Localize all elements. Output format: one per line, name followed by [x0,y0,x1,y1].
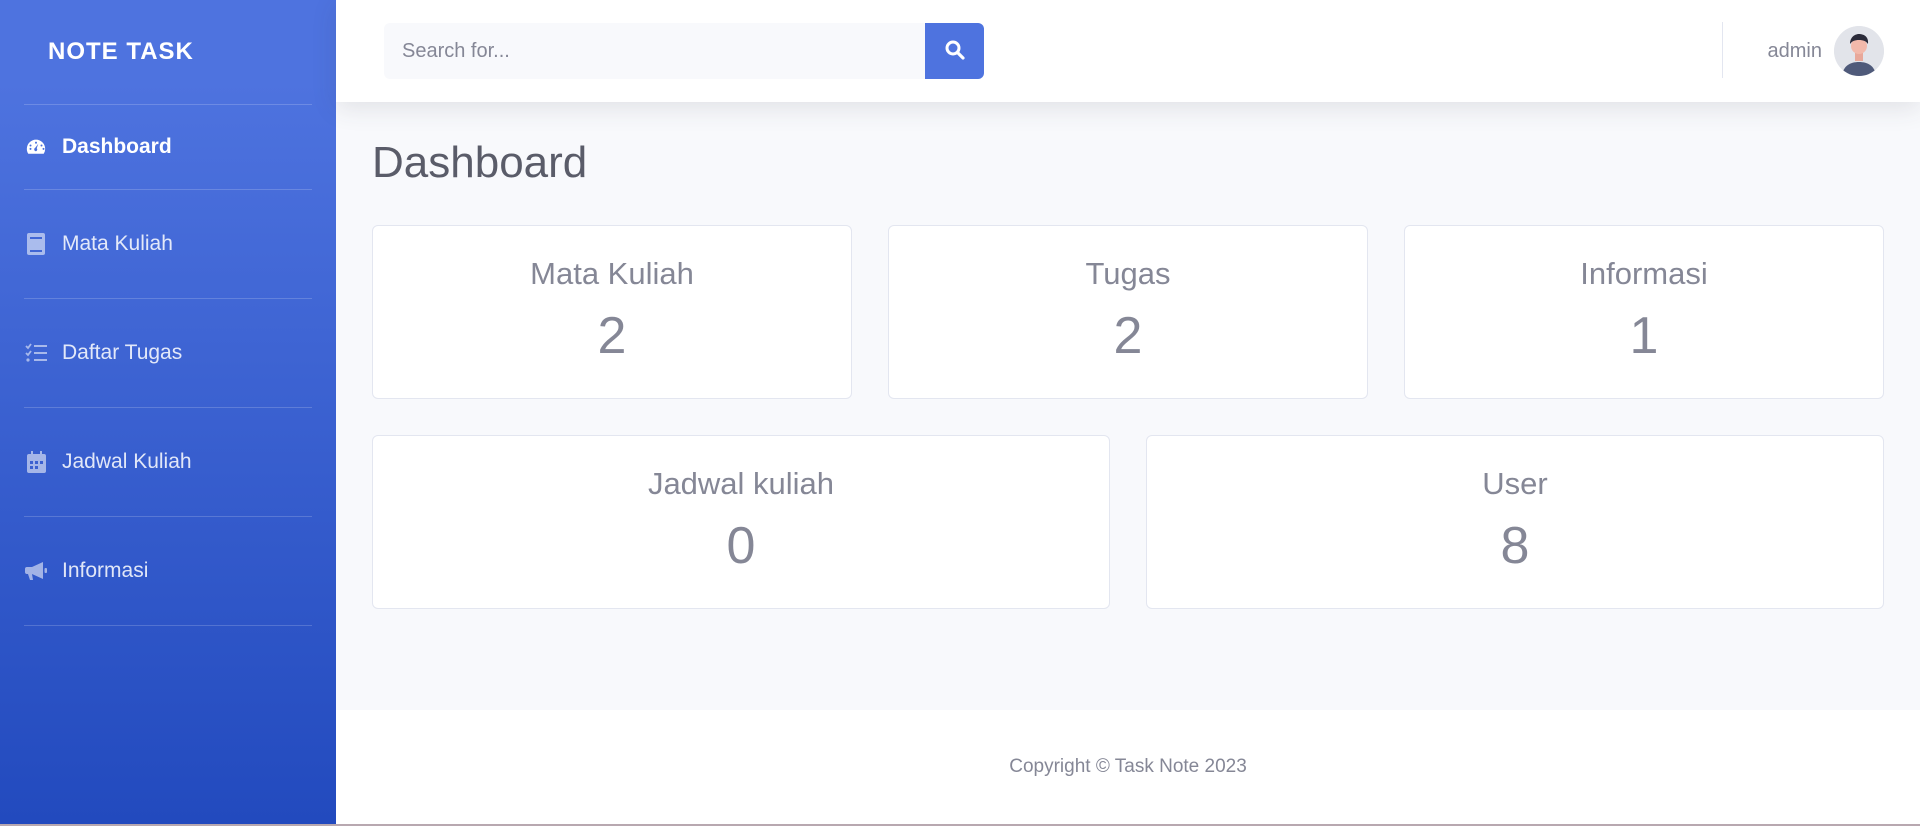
card-value: 2 [1113,307,1143,365]
sidebar-divider [24,625,312,626]
sidebar-item-label: Dashboard [62,135,172,158]
book-icon [24,232,48,256]
card-jadwal-kuliah: Jadwal kuliah 0 [372,435,1110,609]
card-value: 0 [726,517,756,575]
card-title: Jadwal kuliah [647,466,835,501]
sidebar-item-label: Daftar Tugas [62,341,183,364]
card-value: 2 [597,307,627,365]
card-value: 1 [1629,307,1659,365]
sidebar: NOTE TASK Dashboard Mata Kuliah Daftar T… [0,0,336,824]
topbar-divider [1722,22,1723,78]
avatar [1834,26,1884,76]
tasks-icon [24,341,48,365]
card-value: 8 [1500,517,1530,575]
card-mata-kuliah: Mata Kuliah 2 [372,225,852,399]
card-informasi: Informasi 1 [1404,225,1884,399]
sidebar-item-label: Mata Kuliah [62,232,173,255]
footer: Copyright © Task Note 2023 [336,710,1920,824]
search-form [384,23,984,79]
sidebar-item-jadwal-kuliah[interactable]: Jadwal Kuliah [0,408,336,516]
bullhorn-icon [24,559,48,583]
card-tugas: Tugas 2 [888,225,1368,399]
search-button[interactable] [925,23,984,79]
card-title: User [1482,466,1548,501]
sidebar-item-mata-kuliah[interactable]: Mata Kuliah [0,190,336,298]
card-user: User 8 [1146,435,1884,609]
card-title: Informasi [1580,256,1708,291]
sidebar-item-label: Informasi [62,559,149,582]
tachometer-icon [24,135,48,159]
card-title: Tugas [1085,256,1171,291]
sidebar-brand[interactable]: NOTE TASK [0,0,336,104]
sidebar-item-informasi[interactable]: Informasi [0,517,336,625]
sidebar-item-dashboard[interactable]: Dashboard [0,105,336,189]
copyright-text: Copyright © Task Note 2023 [1009,756,1247,777]
search-icon [945,40,965,63]
calendar-icon [24,450,48,474]
card-title: Mata Kuliah [530,256,694,291]
sidebar-item-daftar-tugas[interactable]: Daftar Tugas [0,299,336,407]
user-dropdown[interactable]: admin [1768,26,1884,76]
user-name: admin [1767,39,1822,62]
search-input[interactable] [384,23,925,79]
topbar: admin [336,0,1920,102]
sidebar-item-label: Jadwal Kuliah [62,450,192,473]
page-title: Dashboard [372,138,588,187]
